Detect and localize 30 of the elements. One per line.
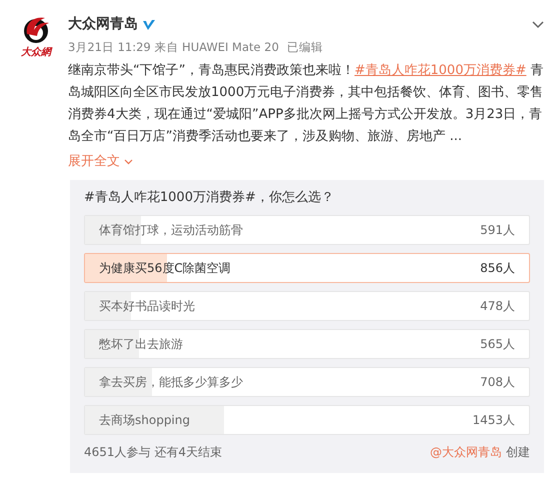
- logo-text: 大众網: [21, 48, 51, 58]
- poll-option[interactable]: 去商场shopping 1453人: [84, 405, 530, 436]
- poll-summary: 4651人参与 还有4天结束: [84, 444, 222, 462]
- option-label: 为健康买56度C除菌空调: [99, 260, 231, 278]
- edited-label: 已编辑: [286, 39, 323, 56]
- vote-count: 591人: [480, 222, 515, 240]
- chevron-down-icon[interactable]: [532, 20, 544, 28]
- vote-count: 478人: [480, 298, 515, 316]
- author-name[interactable]: 大众网青岛: [68, 14, 138, 35]
- hashtag-link[interactable]: #青岛人咋花1000万消费券#: [354, 63, 526, 78]
- post-meta: 3月21日 11:29 来自 HUAWEI Mate 20: [68, 39, 279, 56]
- poll-option[interactable]: 拿去买房，能抵多少算多少 708人: [84, 367, 530, 398]
- vote-count: 708人: [480, 374, 515, 392]
- post-text: 继南京带头“下馆子”，青岛惠民消费政策也来啦！#青岛人咋花1000万消费券# 青岛城阳区向全区市民发放1000万元电子消费券，其中包括餐饮、体育、图书、零售消费券4大类，现在通过“爱城阳”APP多批次网上摇号方式公开发放。3月23日，青岛全市“百日万店”消费季活动也要来了，涉及购物、旅游、房地产 ...: [68, 62, 544, 146]
- created-label: 创建: [506, 444, 530, 462]
- option-label: 体育馆打球，运动活动筋骨: [99, 222, 243, 240]
- poll-option[interactable]: 憋坏了出去旅游 565人: [84, 329, 530, 360]
- option-label: 买本好书品读时光: [99, 298, 195, 316]
- poll-option[interactable]: 买本好书品读时光 478人: [84, 291, 530, 322]
- vote-count: 565人: [480, 336, 515, 354]
- expand-button[interactable]: 展开全文: [68, 152, 133, 172]
- poll-option[interactable]: 体育馆打球，运动活动筋骨 591人: [84, 215, 530, 246]
- poll-option[interactable]: 为健康买56度C除菌空调 856人: [84, 253, 530, 284]
- poll-title: #青岛人咋花1000万消费券#，你怎么选？: [84, 188, 335, 207]
- option-label: 拿去买房，能抵多少算多少: [99, 374, 243, 392]
- chevron-down-icon: [124, 159, 133, 165]
- vote-count: 856人: [480, 260, 515, 278]
- vote-count: 1453人: [472, 412, 515, 430]
- option-label: 憋坏了出去旅游: [99, 336, 183, 354]
- option-label: 去商场shopping: [99, 412, 190, 430]
